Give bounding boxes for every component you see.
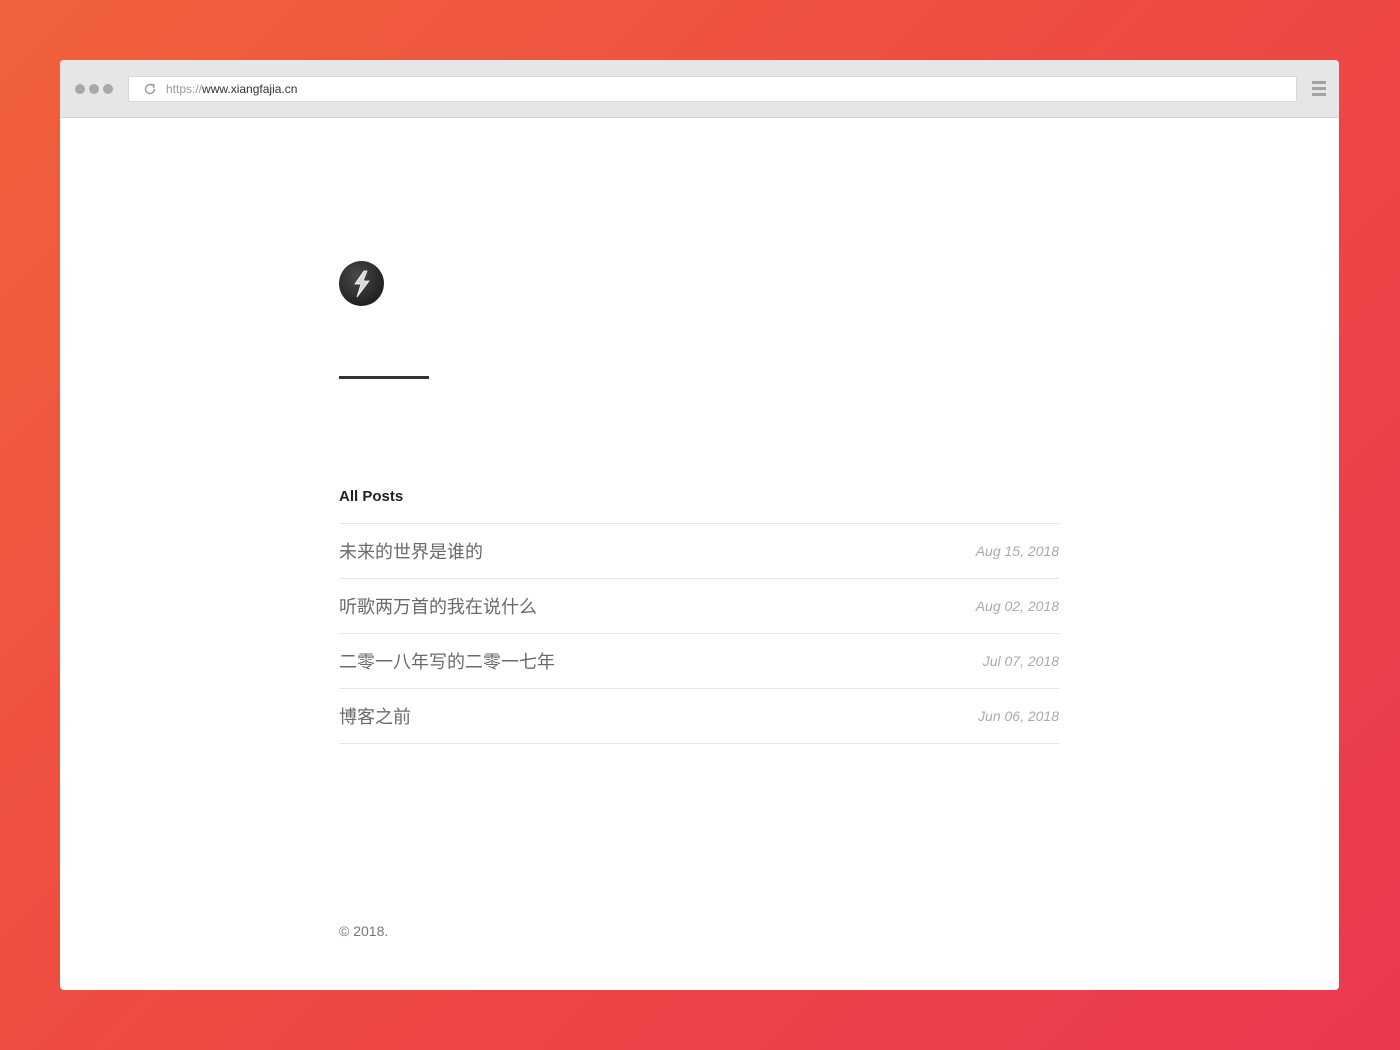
section-title: All Posts <box>339 488 404 505</box>
post-item: 博客之前 Jun 06, 2018 <box>339 689 1059 744</box>
post-title-link[interactable]: 博客之前 <box>339 703 411 729</box>
window-dot-icon[interactable] <box>89 84 99 94</box>
browser-window: https:// www.xiangfajia.cn All Posts 未来的… <box>60 60 1339 990</box>
post-item: 未来的世界是谁的 Aug 15, 2018 <box>339 524 1059 579</box>
browser-toolbar: https:// www.xiangfajia.cn <box>60 60 1339 118</box>
url-protocol: https:// <box>166 82 203 96</box>
window-dot-icon[interactable] <box>103 84 113 94</box>
post-title-link[interactable]: 二零一八年写的二零一七年 <box>339 648 555 674</box>
header-underline <box>339 376 429 379</box>
window-controls <box>75 84 113 94</box>
hamburger-menu-icon[interactable] <box>1312 81 1326 96</box>
url-host: www.xiangfajia.cn <box>202 82 298 96</box>
post-title-link[interactable]: 未来的世界是谁的 <box>339 538 483 564</box>
post-item: 听歌两万首的我在说什么 Aug 02, 2018 <box>339 579 1059 634</box>
reload-icon[interactable] <box>143 82 157 96</box>
post-list: 未来的世界是谁的 Aug 15, 2018 听歌两万首的我在说什么 Aug 02… <box>339 523 1059 744</box>
address-bar[interactable]: https:// www.xiangfajia.cn <box>128 76 1297 102</box>
post-date: Aug 15, 2018 <box>975 543 1059 559</box>
footer-copyright: © 2018. <box>339 923 389 939</box>
window-dot-icon[interactable] <box>75 84 85 94</box>
post-date: Jul 07, 2018 <box>982 653 1059 669</box>
post-date: Aug 02, 2018 <box>975 598 1059 614</box>
post-date: Jun 06, 2018 <box>978 708 1059 724</box>
lightning-icon <box>353 270 370 297</box>
post-title-link[interactable]: 听歌两万首的我在说什么 <box>339 593 537 619</box>
post-item: 二零一八年写的二零一七年 Jul 07, 2018 <box>339 634 1059 689</box>
avatar[interactable] <box>339 261 384 306</box>
page-content: All Posts 未来的世界是谁的 Aug 15, 2018 听歌两万首的我在… <box>60 118 1339 990</box>
